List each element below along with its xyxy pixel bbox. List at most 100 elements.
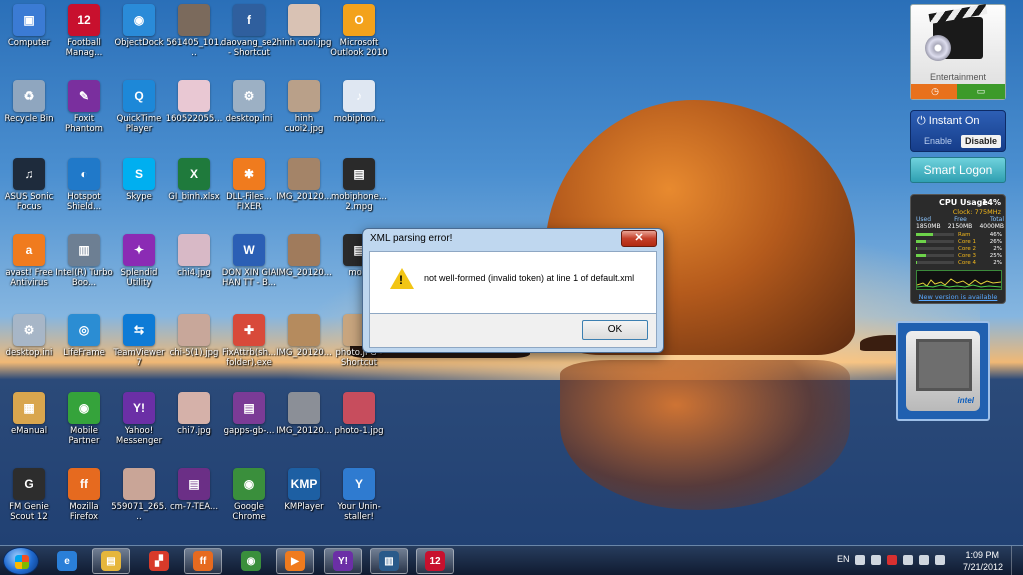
- desktop-icon-glyph: W: [233, 234, 265, 266]
- dialog-titlebar[interactable]: XML parsing error! ✕: [363, 229, 663, 251]
- language-indicator[interactable]: EN: [837, 554, 850, 564]
- desktop-icon[interactable]: ▤ cm-7-TEA...: [165, 468, 223, 512]
- desktop-icon[interactable]: f daovang_se2 - Shortcut: [220, 4, 278, 58]
- volume-icon[interactable]: [871, 555, 881, 565]
- desktop-icon[interactable]: ✦ Splendid Utility: [110, 234, 168, 288]
- power-icon[interactable]: [919, 555, 929, 565]
- show-desktop-button[interactable]: [1011, 546, 1023, 575]
- desktop-icon[interactable]: hinh cuoi2.jpg: [275, 80, 333, 134]
- desktop-icon[interactable]: ◉ Google Chrome: [220, 468, 278, 522]
- desktop-icon[interactable]: 559071_265...: [110, 468, 168, 522]
- entertainment-battery-button[interactable]: ▭: [957, 84, 1005, 99]
- desktop-icon-glyph: ▤: [233, 392, 265, 424]
- taskbar-button-intel-turbo[interactable]: ▥: [370, 548, 408, 574]
- desktop-icon[interactable]: photo-1.jpg: [330, 392, 388, 436]
- instant-on-enable-button[interactable]: Enable: [918, 135, 958, 148]
- intel-logo: intel: [957, 396, 974, 405]
- desktop-icon[interactable]: ▥ Intel(R) Turbo Boo...: [55, 234, 113, 288]
- cpu-row-bar-fill: [916, 261, 917, 264]
- desktop-icon[interactable]: O Microsoft Outlook 2010: [330, 4, 388, 58]
- desktop-icon[interactable]: Y! Yahoo! Messenger: [110, 392, 168, 446]
- desktop-icon[interactable]: chi7.jpg: [165, 392, 223, 436]
- desktop-icon-label: Mozilla Firefox: [69, 502, 99, 522]
- avast-tray-icon[interactable]: [887, 555, 897, 565]
- desktop-icon[interactable]: ◉ Mobile Partner: [55, 392, 113, 446]
- cpu-row-name: Ram: [958, 231, 971, 238]
- desktop-icon[interactable]: W DON XIN GIA HAN TT - B...: [220, 234, 278, 288]
- desktop-icon[interactable]: 561405_101...: [165, 4, 223, 58]
- tray-expand-icon[interactable]: [855, 555, 865, 565]
- desktop-icon[interactable]: hinh cuoi.jpg: [275, 4, 333, 48]
- desktop-icon-glyph: ◉: [233, 468, 265, 500]
- desktop-icon-label: Computer: [7, 38, 51, 48]
- desktop-icon[interactable]: S Skype: [110, 158, 168, 202]
- desktop-icon[interactable]: X GI_binh.xlsx: [165, 158, 223, 202]
- desktop-icon[interactable]: IMG_20120...: [275, 158, 333, 202]
- desktop-icon[interactable]: KMP KMPlayer: [275, 468, 333, 512]
- desktop-icon[interactable]: chi-5(1).jpg: [165, 314, 223, 358]
- clock-time[interactable]: 1:09 PM: [965, 550, 999, 560]
- desktop-icon-glyph: f: [233, 4, 265, 36]
- desktop-icon[interactable]: ▣ Computer: [0, 4, 58, 48]
- desktop-icon[interactable]: 12 Football Manag...: [55, 4, 113, 58]
- desktop-icon[interactable]: IMG_20120...: [275, 234, 333, 278]
- instant-on-disable-button[interactable]: Disable: [961, 135, 1001, 148]
- taskbar-button-firefox[interactable]: ff: [184, 548, 222, 574]
- taskbar-button-football-manager[interactable]: 12: [416, 548, 454, 574]
- dialog-close-button[interactable]: ✕: [621, 230, 657, 247]
- desktop-icon[interactable]: G FM Genie Scout 12: [0, 468, 58, 522]
- desktop-icon[interactable]: ◉ ObjectDock: [110, 4, 168, 48]
- action-center-icon[interactable]: [903, 555, 913, 565]
- desktop-icon-label: FixAttrb(sh... folder).exe: [221, 348, 277, 368]
- desktop-icon[interactable]: ✎ Foxit Phantom: [55, 80, 113, 134]
- cpu-row-bar-fill: [916, 254, 926, 257]
- desktop-icon[interactable]: ◐ Hotspot Shield...: [55, 158, 113, 212]
- new-version-link[interactable]: New version is available: [911, 293, 1005, 301]
- clock-date[interactable]: 7/21/2012: [963, 562, 1003, 572]
- taskbar-button-chrome[interactable]: ◉: [232, 548, 270, 574]
- desktop-icon[interactable]: IMG_20120...: [275, 314, 333, 358]
- desktop-icon[interactable]: ♻ Recycle Bin: [0, 80, 58, 124]
- entertainment-gadget[interactable]: Entertainment ◷ ▭: [910, 4, 1006, 100]
- cpu-row-value: 46%: [989, 231, 1002, 238]
- taskbar-button-yahoo-messenger[interactable]: Y!: [324, 548, 362, 574]
- desktop-icon[interactable]: Y Your Unin-staller!: [330, 468, 388, 522]
- desktop-icon[interactable]: ◎ LifeFrame: [55, 314, 113, 358]
- desktop-icon[interactable]: ⚙ desktop.ini: [220, 80, 278, 124]
- taskbar-button-ie[interactable]: e: [48, 548, 86, 574]
- taskbar-button-explorer[interactable]: ▤: [92, 548, 130, 574]
- start-button[interactable]: [3, 547, 39, 575]
- desktop-icon[interactable]: Q QuickTime Player: [110, 80, 168, 134]
- desktop-icon-label: mobiphon...: [333, 114, 385, 124]
- desktop-icon-glyph: ◎: [68, 314, 100, 346]
- desktop-icon-label: Intel(R) Turbo Boo...: [55, 268, 113, 288]
- network-icon[interactable]: [935, 555, 945, 565]
- desktop-icon[interactable]: ⇆ TeamViewer 7: [110, 314, 168, 368]
- desktop-icon[interactable]: ⚙ desktop.ini: [0, 314, 58, 358]
- desktop-icon[interactable]: a avast! Free Antivirus: [0, 234, 58, 288]
- cpu-row-bar: [916, 254, 954, 257]
- desktop-icon-label: Splendid Utility: [120, 268, 158, 288]
- desktop-icon-label: DON XIN GIA HAN TT - B...: [221, 268, 277, 288]
- desktop-icon[interactable]: ♪ mobiphon...: [330, 80, 388, 124]
- taskbar-button-media-player[interactable]: ▶: [276, 548, 314, 574]
- taskbar-button-gadgets[interactable]: ▞: [140, 548, 178, 574]
- desktop-icon[interactable]: ▤ mobiphone... 2.mpg: [330, 158, 388, 212]
- desktop-icon[interactable]: 160522055...: [165, 80, 223, 124]
- desktop-icon[interactable]: ff Mozilla Firefox: [55, 468, 113, 522]
- desktop-icon[interactable]: ✱ DLL-Files... FIXER: [220, 158, 278, 212]
- desktop-icon-label: hinh cuoi2.jpg: [284, 114, 324, 134]
- desktop-icon[interactable]: ♫ ASUS Sonic Focus: [0, 158, 58, 212]
- desktop-icon[interactable]: ▦ eManual: [0, 392, 58, 436]
- yahoo-messenger-icon: Y!: [333, 551, 353, 571]
- smart-logon-button[interactable]: Smart Logon: [910, 157, 1006, 183]
- entertainment-clock-button[interactable]: ◷: [911, 84, 959, 99]
- desktop-icon[interactable]: ✚ FixAttrb(sh... folder).exe: [220, 314, 278, 368]
- desktop-icon[interactable]: ▤ gapps-gb-...: [220, 392, 278, 436]
- desktop-icon-glyph: [288, 392, 320, 424]
- memory-value: 1850MB: [916, 223, 941, 230]
- desktop-icon[interactable]: chi4.jpg: [165, 234, 223, 278]
- desktop-icon[interactable]: IMG_20120...: [275, 392, 333, 436]
- ok-button[interactable]: OK: [582, 320, 648, 340]
- intel-gadget[interactable]: intel: [896, 321, 990, 421]
